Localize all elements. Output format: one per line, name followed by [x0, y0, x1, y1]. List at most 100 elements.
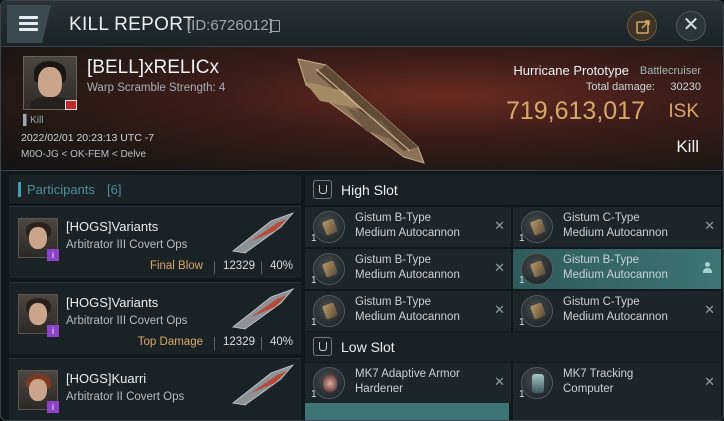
- participant-tag: Final Blow: [149, 260, 203, 272]
- header-bar: KILL REPORT [ID:6726012] ✕: [1, 1, 723, 47]
- item-type: Medium Autocannon: [563, 269, 668, 281]
- destroyed-icon: ✕: [704, 302, 715, 317]
- participant-percent: 40%: [269, 260, 293, 272]
- share-button[interactable]: [627, 11, 657, 41]
- fitting-slot[interactable]: 1 Gistum B-Type Medium Autocannon: [513, 249, 721, 289]
- item-quantity: 1: [311, 233, 317, 244]
- item-quantity: 1: [311, 389, 317, 400]
- high-slot-icon: [313, 180, 332, 199]
- item-type: Hardener: [355, 383, 403, 395]
- participants-label: Participants: [27, 182, 95, 197]
- autocannon-icon: [313, 295, 345, 327]
- kill-outcome: Kill: [676, 137, 699, 156]
- participant-tag: Top Damage: [137, 336, 203, 348]
- item-name: MK7 Tracking: [563, 368, 634, 380]
- destroyed-icon: ✕: [494, 302, 505, 317]
- participant-name: [HOGS]Variants: [66, 295, 159, 310]
- kill-report-window: KILL REPORT [ID:6726012] ✕ ▌Kill [BELL]x…: [0, 0, 724, 421]
- page-title: KILL REPORT: [69, 14, 195, 35]
- fitting-slot[interactable]: 1 Gistum B-Type Medium Autocannon ✕: [305, 291, 511, 331]
- item-name: Gistum C-Type: [563, 296, 640, 308]
- destroyed-icon: ✕: [494, 260, 505, 275]
- info-icon[interactable]: i: [47, 249, 59, 261]
- low-slot-header: Low Slot: [305, 332, 721, 362]
- item-name: MK7 Adaptive Armor: [355, 368, 460, 380]
- item-name: Gistum B-Type: [355, 296, 432, 308]
- high-slot-label: High Slot: [341, 182, 398, 198]
- victim-name[interactable]: [BELL]xRELICx: [87, 57, 219, 79]
- close-icon: ✕: [682, 14, 700, 36]
- dropped-icon: [703, 262, 712, 274]
- fitting-slot[interactable]: 1 MK7 Tracking Computer ✕: [513, 363, 721, 403]
- item-quantity: 1: [519, 233, 525, 244]
- destroyed-icon: ✕: [704, 374, 715, 389]
- fitting-slot[interactable]: 1 Gistum B-Type Medium Autocannon ✕: [305, 207, 511, 247]
- participant-name: [HOGS]Kuarri: [66, 371, 147, 386]
- participant-ship: Arbitrator II Covert Ops: [66, 391, 185, 403]
- info-icon[interactable]: i: [47, 325, 59, 337]
- low-slot-icon: [313, 337, 332, 356]
- menu-button[interactable]: [7, 5, 51, 43]
- participant-ship: Arbitrator III Covert Ops: [66, 239, 188, 251]
- ship-name[interactable]: Hurricane Prototype: [513, 63, 629, 78]
- item-quantity: 1: [311, 317, 317, 328]
- participant-damage: 12329: [223, 260, 255, 272]
- participant-percent: 40%: [269, 336, 293, 348]
- kill-id: [ID:6726012]: [187, 17, 273, 34]
- fitting-slot[interactable]: 1 Gistum B-Type Medium Autocannon ✕: [305, 249, 511, 289]
- autocannon-icon: [521, 253, 553, 285]
- fitting-slot[interactable]: 1 Gistum C-Type Medium Autocannon ✕: [513, 291, 721, 331]
- kill-location[interactable]: M0O-JG < OK-FEM < Delve: [21, 149, 146, 160]
- autocannon-icon: [521, 295, 553, 327]
- item-type: Medium Autocannon: [355, 269, 460, 281]
- participant-ship: Arbitrator III Covert Ops: [66, 315, 188, 327]
- participant-ship-image: [232, 212, 295, 254]
- victim-summary: ▌Kill [BELL]xRELICx Warp Scramble Streng…: [1, 47, 723, 171]
- item-type: Medium Autocannon: [563, 311, 668, 323]
- autocannon-icon: [521, 211, 553, 243]
- close-button[interactable]: ✕: [676, 11, 706, 41]
- item-name: Gistum B-Type: [355, 254, 432, 266]
- participant-ship-image: [232, 288, 295, 330]
- item-type: Medium Autocannon: [563, 227, 668, 239]
- tracking-computer-icon: [521, 367, 553, 399]
- copy-icon[interactable]: [270, 20, 280, 32]
- participants-header[interactable]: Participants [6]: [9, 175, 301, 203]
- autocannon-icon: [313, 253, 345, 285]
- autocannon-icon: [313, 211, 345, 243]
- kill-timestamp: 2022/02/01 20:23:13 UTC -7: [21, 132, 155, 144]
- destroyed-icon: ✕: [494, 374, 505, 389]
- fitting-slot[interactable]: 1 Gistum C-Type Medium Autocannon ✕: [513, 207, 721, 247]
- damage-label: Total damage:: [585, 81, 655, 93]
- item-quantity: 1: [519, 275, 525, 286]
- armor-hardener-icon: [313, 367, 345, 399]
- participant-row[interactable]: i [HOGS]Kuarri Arbitrator II Covert Ops: [9, 358, 301, 420]
- item-type: Medium Autocannon: [355, 227, 460, 239]
- info-icon[interactable]: i: [47, 401, 59, 413]
- fitting-slot-partial[interactable]: [305, 403, 509, 420]
- participant-name: [HOGS]Variants: [66, 219, 159, 234]
- low-slot-label: Low Slot: [341, 339, 395, 355]
- participant-row[interactable]: i [HOGS]Variants Arbitrator III Covert O…: [9, 206, 301, 278]
- ship-class: Battlecruiser: [639, 65, 701, 77]
- damage-value: 30230: [670, 81, 701, 93]
- item-type: Medium Autocannon: [355, 311, 460, 323]
- item-quantity: 1: [519, 317, 525, 328]
- high-slot-header: High Slot: [305, 175, 721, 205]
- standing-badge: [65, 100, 77, 110]
- victim-ship-image[interactable]: [286, 51, 436, 169]
- fitting-slot-partial[interactable]: [513, 403, 721, 420]
- share-icon: [636, 20, 650, 34]
- fitting-slot[interactable]: 1 MK7 Adaptive Armor Hardener ✕: [305, 363, 511, 403]
- isk-value: 719,613,017: [505, 97, 645, 125]
- victim-subtitle: Warp Scramble Strength: 4: [87, 82, 226, 94]
- destroyed-icon: ✕: [704, 218, 715, 233]
- participant-row[interactable]: i [HOGS]Variants Arbitrator III Covert O…: [9, 282, 301, 354]
- item-name: Gistum B-Type: [355, 212, 432, 224]
- participant-damage: 12329: [223, 336, 255, 348]
- item-quantity: 1: [311, 275, 317, 286]
- participant-ship-image: [232, 364, 295, 406]
- participants-count: [6]: [107, 182, 122, 197]
- isk-unit: ISK: [668, 101, 699, 122]
- item-name: Gistum B-Type: [563, 254, 640, 266]
